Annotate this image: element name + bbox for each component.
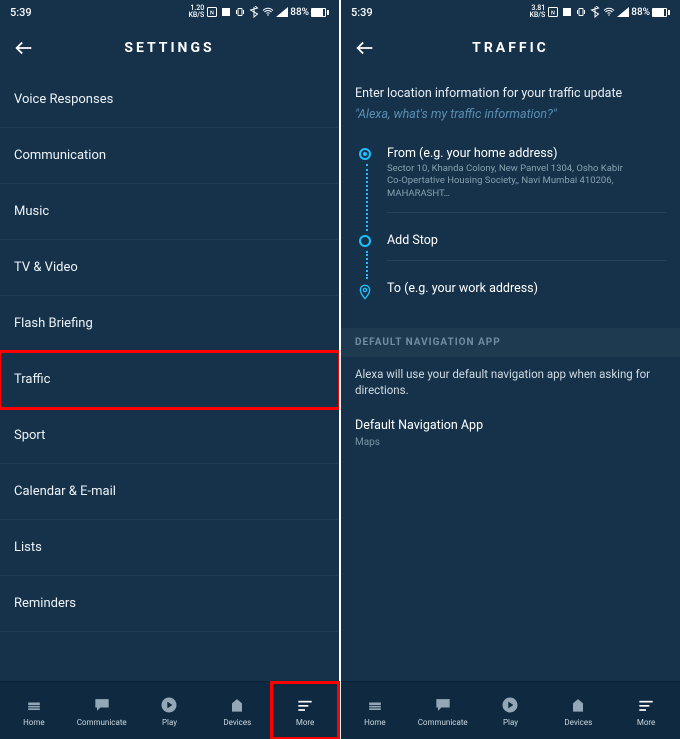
settings-item-communication[interactable]: Communication bbox=[0, 128, 339, 184]
status-bar: 5:39 3.81KB/S N 88% bbox=[341, 0, 680, 24]
arrow-left-icon bbox=[13, 37, 35, 59]
wifi-icon bbox=[603, 6, 615, 18]
tab-home[interactable]: Home bbox=[341, 682, 409, 739]
tab-devices[interactable]: Devices bbox=[203, 682, 271, 739]
settings-item-calendar-email[interactable]: Calendar & E-mail bbox=[0, 464, 339, 520]
from-address: Sector 10, Khanda Colony, New Panvel 130… bbox=[387, 163, 666, 200]
settings-list: Voice Responses Communication Music TV &… bbox=[0, 72, 339, 681]
stop-icon bbox=[359, 235, 371, 247]
tab-play[interactable]: Play bbox=[477, 682, 545, 739]
settings-item-tv-video[interactable]: TV & Video bbox=[0, 240, 339, 296]
misc-icon bbox=[220, 6, 232, 18]
wifi-icon bbox=[262, 6, 274, 18]
phone-right: 5:39 3.81KB/S N 88% TRAFFIC Enter locati… bbox=[341, 0, 680, 739]
route-to-row[interactable]: To (e.g. your work address) bbox=[341, 271, 680, 318]
tab-label: Home bbox=[23, 718, 45, 727]
back-button[interactable] bbox=[341, 24, 389, 72]
status-battery-pct: 88% bbox=[290, 7, 309, 18]
tab-label: Devices bbox=[223, 718, 251, 727]
settings-item-sport[interactable]: Sport bbox=[0, 408, 339, 464]
tab-more[interactable]: More bbox=[271, 682, 339, 739]
vibrate-icon bbox=[575, 6, 587, 18]
tab-label: Communicate bbox=[77, 718, 127, 727]
tab-label: Communicate bbox=[418, 718, 468, 727]
settings-item-music[interactable]: Music bbox=[0, 184, 339, 240]
tab-bar: Home Communicate Play Devices More bbox=[341, 681, 680, 739]
tab-devices[interactable]: Devices bbox=[544, 682, 612, 739]
vibrate-icon bbox=[234, 6, 246, 18]
header: SETTINGS bbox=[0, 24, 339, 72]
home-icon bbox=[24, 695, 44, 715]
origin-icon bbox=[359, 148, 371, 160]
settings-item-flash-briefing[interactable]: Flash Briefing bbox=[0, 296, 339, 352]
tab-label: More bbox=[637, 718, 655, 727]
hint-text: "Alexa, what's my traffic information?" bbox=[341, 107, 680, 136]
back-button[interactable] bbox=[0, 24, 48, 72]
nfc-icon: N bbox=[547, 6, 559, 18]
tab-label: More bbox=[296, 718, 314, 727]
route-add-stop-row[interactable]: Add Stop bbox=[341, 223, 680, 271]
status-time: 5:39 bbox=[351, 6, 373, 19]
settings-item-traffic[interactable]: Traffic bbox=[0, 352, 339, 408]
bluetooth-icon bbox=[589, 6, 601, 18]
misc-icon bbox=[561, 6, 573, 18]
tab-communicate[interactable]: Communicate bbox=[68, 682, 136, 739]
devices-icon bbox=[568, 695, 588, 715]
to-label: To (e.g. your work address) bbox=[387, 281, 666, 296]
traffic-content: Enter location information for your traf… bbox=[341, 72, 680, 681]
chat-icon bbox=[92, 695, 112, 715]
tab-home[interactable]: Home bbox=[0, 682, 68, 739]
more-icon bbox=[295, 695, 315, 715]
battery-icon bbox=[311, 8, 329, 17]
section-header-default-nav: DEFAULT NAVIGATION APP bbox=[341, 328, 680, 357]
chat-icon bbox=[433, 695, 453, 715]
add-stop-label: Add Stop bbox=[387, 233, 666, 248]
from-label: From (e.g. your home address) bbox=[387, 146, 666, 161]
settings-item-lists[interactable]: Lists bbox=[0, 520, 339, 576]
phone-left: 5:39 1.20KB/S N 88% SETTINGS Voice Respo… bbox=[0, 0, 339, 739]
status-bar: 5:39 1.20KB/S N 88% bbox=[0, 0, 339, 24]
tab-play[interactable]: Play bbox=[136, 682, 204, 739]
status-battery-pct: 88% bbox=[631, 7, 650, 18]
play-icon bbox=[500, 695, 520, 715]
tab-bar: Home Communicate Play Devices More bbox=[0, 681, 339, 739]
devices-icon bbox=[227, 695, 247, 715]
arrow-left-icon bbox=[354, 37, 376, 59]
page-title: SETTINGS bbox=[0, 40, 339, 56]
route-from-row[interactable]: From (e.g. your home address) Sector 10,… bbox=[341, 136, 680, 223]
destination-pin-icon bbox=[355, 281, 375, 301]
tab-label: Devices bbox=[564, 718, 592, 727]
default-nav-app-value: Maps bbox=[341, 437, 680, 448]
settings-item-reminders[interactable]: Reminders bbox=[0, 576, 339, 632]
more-icon bbox=[636, 695, 656, 715]
battery-icon bbox=[652, 8, 670, 17]
tab-label: Play bbox=[503, 718, 518, 727]
section-description: Alexa will use your default navigation a… bbox=[341, 357, 680, 408]
default-nav-app-row[interactable]: Default Navigation App bbox=[341, 408, 680, 437]
play-icon bbox=[159, 695, 179, 715]
route-connector bbox=[366, 164, 368, 231]
status-time: 5:39 bbox=[10, 6, 32, 19]
home-icon bbox=[365, 695, 385, 715]
header: TRAFFIC bbox=[341, 24, 680, 72]
settings-item-voice-responses[interactable]: Voice Responses bbox=[0, 72, 339, 128]
status-net-rate: 3.81KB/S bbox=[529, 5, 545, 19]
bluetooth-icon bbox=[248, 6, 260, 18]
tab-more[interactable]: More bbox=[612, 682, 680, 739]
tab-label: Home bbox=[364, 718, 386, 727]
signal-icon bbox=[617, 7, 629, 17]
svg-text:N: N bbox=[210, 11, 214, 17]
svg-text:N: N bbox=[551, 11, 555, 17]
page-title: TRAFFIC bbox=[341, 40, 680, 56]
tab-communicate[interactable]: Communicate bbox=[409, 682, 477, 739]
instruction-text: Enter location information for your traf… bbox=[341, 72, 680, 107]
nfc-icon: N bbox=[206, 6, 218, 18]
signal-icon bbox=[276, 7, 288, 17]
tab-label: Play bbox=[162, 718, 177, 727]
status-net-rate: 1.20KB/S bbox=[188, 5, 204, 19]
